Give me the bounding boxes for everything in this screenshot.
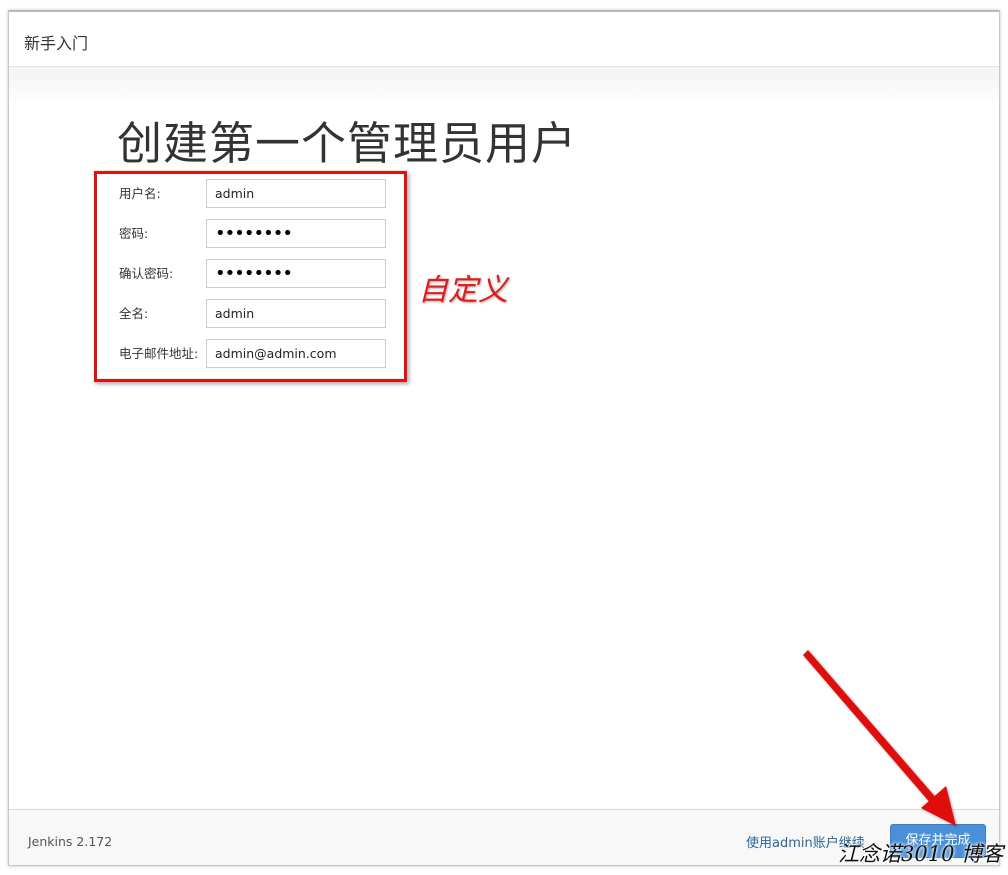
watermark-text: 江念诺3010 博客 — [838, 842, 1004, 866]
red-arrow-icon — [803, 650, 956, 826]
